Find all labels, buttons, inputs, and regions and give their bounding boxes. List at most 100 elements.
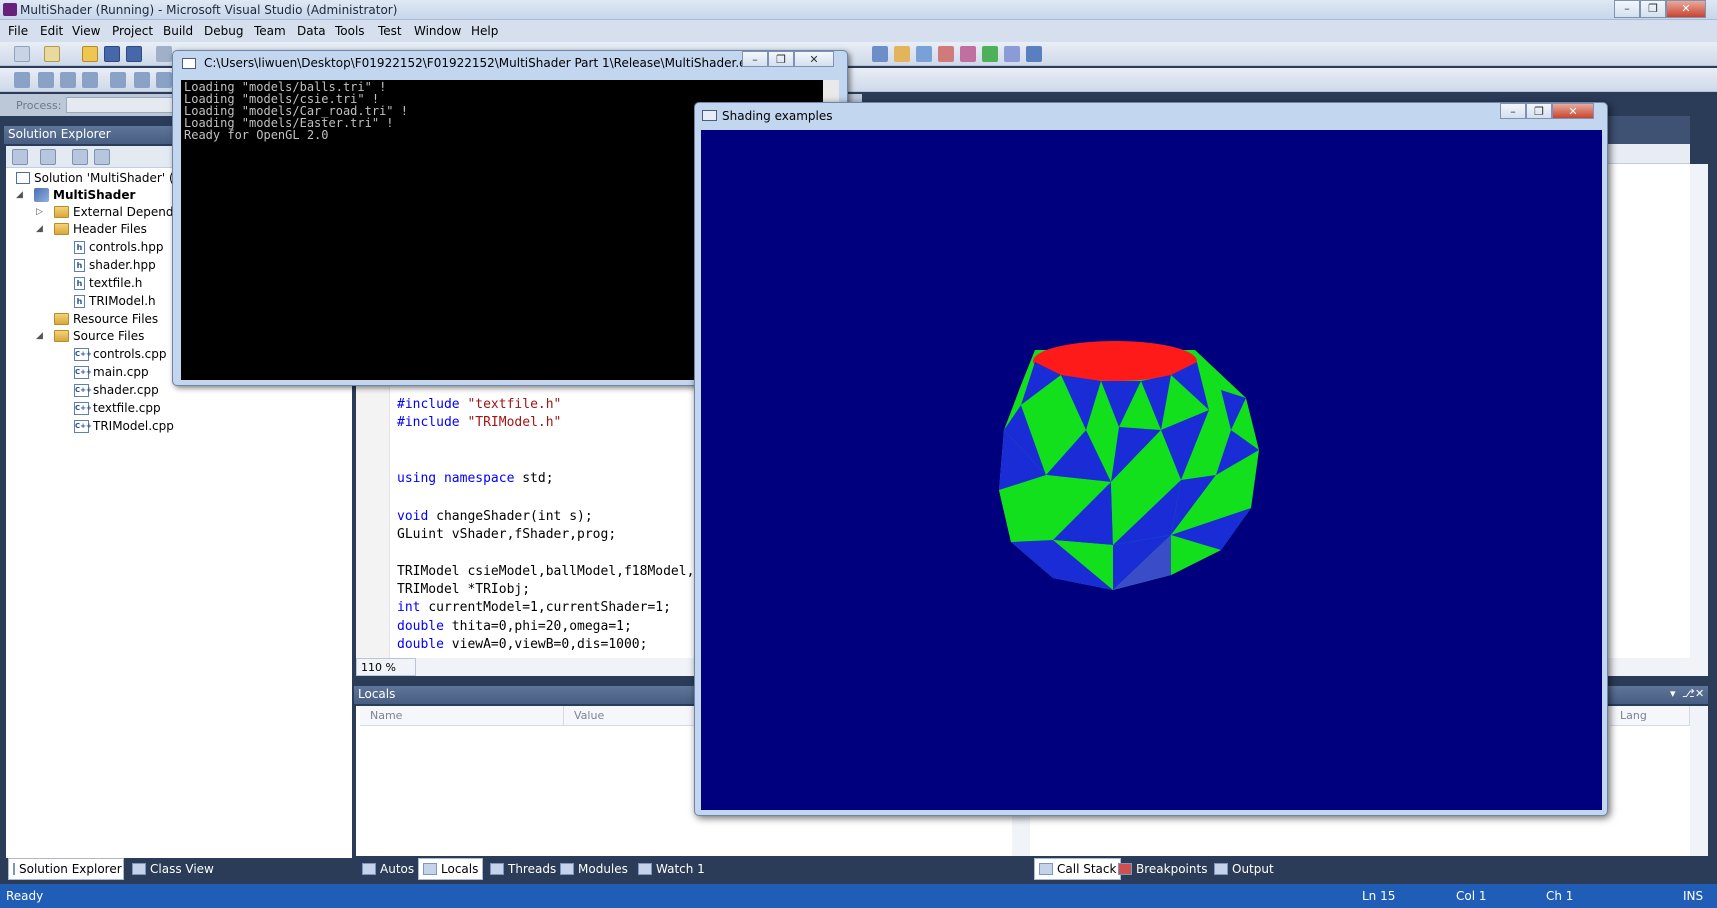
editor-vertical-scrollbar[interactable]: [1690, 164, 1708, 676]
menu-test[interactable]: Test: [378, 24, 402, 38]
tree-label: Solution 'MultiShader' (1: [34, 171, 182, 185]
project-icon: [34, 188, 49, 202]
menu-project[interactable]: Project: [112, 24, 153, 38]
tab-output[interactable]: Output: [1210, 858, 1278, 880]
toolbar-icon-f[interactable]: [982, 46, 998, 62]
console-close-button[interactable]: ✕: [794, 51, 834, 67]
close-button[interactable]: ✕: [1666, 0, 1706, 18]
editor-tool-icon-5[interactable]: [110, 72, 126, 88]
editor-tool-icon-3[interactable]: [60, 72, 76, 88]
new-project-icon[interactable]: [14, 46, 30, 62]
menu-team[interactable]: Team: [254, 24, 286, 38]
dropdown-icon[interactable]: ▾: [1670, 687, 1676, 700]
tree-file-trimodel-cpp[interactable]: C++ TRIModel.cpp: [74, 419, 174, 433]
toolbar-icon-a[interactable]: [872, 46, 888, 62]
call-stack-scrollbar[interactable]: [1690, 706, 1708, 856]
menu-help[interactable]: Help: [471, 24, 498, 38]
console-minimize-button[interactable]: –: [742, 51, 768, 67]
tree-file-controls-cpp[interactable]: C++ controls.cpp: [74, 347, 167, 361]
refresh-icon[interactable]: [72, 149, 88, 165]
editor-tool-icon-1[interactable]: [14, 72, 30, 88]
cpp-file-icon: C++: [74, 347, 92, 361]
menu-window[interactable]: Window: [414, 24, 461, 38]
toolbar-icon-c[interactable]: [916, 46, 932, 62]
collapse-arrow-icon[interactable]: ◢: [16, 190, 23, 200]
toolbar-icon-e[interactable]: [960, 46, 976, 62]
menu-file[interactable]: File: [8, 24, 28, 38]
menu-build[interactable]: Build: [163, 24, 193, 38]
code-line[interactable]: using namespace std;: [397, 471, 554, 486]
panel-close-icon[interactable]: ✕: [1695, 687, 1704, 700]
code-line[interactable]: GLuint vShader,fShader,prog;: [397, 527, 616, 542]
editor-tool-icon-4[interactable]: [82, 72, 98, 88]
show-all-files-icon[interactable]: [40, 149, 56, 165]
tree-file-textfile-h[interactable]: h textfile.h: [74, 276, 142, 290]
save-icon[interactable]: [104, 46, 120, 62]
opengl-canvas[interactable]: [701, 130, 1602, 810]
menu-edit[interactable]: Edit: [40, 24, 63, 38]
save-all-icon[interactable]: [126, 46, 142, 62]
tree-solution[interactable]: Solution 'MultiShader' (1: [16, 171, 181, 185]
code-line[interactable]: int currentModel=1,currentShader=1;: [397, 600, 671, 615]
column-header-lang[interactable]: Lang: [1610, 706, 1690, 726]
toolbar-icon-h[interactable]: [1026, 46, 1042, 62]
toolbar-icon-d[interactable]: [938, 46, 954, 62]
editor-tool-icon-6[interactable]: [134, 72, 150, 88]
code-line[interactable]: void changeShader(int s);: [397, 509, 593, 524]
zoom-level-select[interactable]: 110 %: [356, 658, 416, 676]
code-line[interactable]: TRIModel csieModel,ballModel,f18Model,: [397, 564, 694, 579]
tab-threads[interactable]: Threads: [486, 858, 560, 880]
code-line[interactable]: #include "TRIModel.h": [397, 415, 561, 430]
tab-breakpoints[interactable]: Breakpoints: [1114, 858, 1211, 880]
menu-debug[interactable]: Debug: [204, 24, 243, 38]
tree-resource-files[interactable]: Resource Files: [54, 312, 158, 326]
properties-icon[interactable]: [12, 149, 28, 165]
tree-project[interactable]: MultiShader: [34, 188, 135, 202]
code-line[interactable]: #include "textfile.h": [397, 397, 561, 412]
column-header-value[interactable]: Value: [564, 706, 704, 726]
menu-data[interactable]: Data: [297, 24, 326, 38]
toolbar-icon-g[interactable]: [1004, 46, 1020, 62]
tree-source-files[interactable]: Source Files: [54, 329, 144, 343]
tab-modules[interactable]: Modules: [556, 858, 632, 880]
add-item-icon[interactable]: [44, 46, 60, 62]
gl-close-button[interactable]: ✕: [1552, 103, 1594, 119]
code-line[interactable]: TRIModel *TRIobj;: [397, 582, 530, 597]
editor-tool-icon-7[interactable]: [156, 72, 172, 88]
console-maximize-button[interactable]: ❐: [768, 51, 794, 67]
tree-header-files[interactable]: Header Files: [54, 222, 147, 236]
tree-file-trimodel-h[interactable]: h TRIModel.h: [74, 294, 156, 308]
tree-external-dependencies[interactable]: External Dependen: [54, 205, 188, 219]
code-line[interactable]: double viewA=0,viewB=0,dis=1000;: [397, 637, 647, 652]
tab-watch-1[interactable]: Watch 1: [634, 858, 709, 880]
view-class-diagram-icon[interactable]: [94, 149, 110, 165]
gl-minimize-button[interactable]: –: [1500, 103, 1526, 119]
code-line[interactable]: double thita=0,phi=20,omega=1;: [397, 619, 632, 634]
gl-maximize-button[interactable]: ❐: [1526, 103, 1552, 119]
collapse-arrow-icon[interactable]: ◢: [36, 224, 43, 234]
tree-file-shader-cpp[interactable]: C++ shader.cpp: [74, 383, 159, 397]
code-keyword: int: [397, 600, 429, 615]
tab-locals[interactable]: Locals: [418, 858, 484, 880]
menu-view[interactable]: View: [72, 24, 100, 38]
tab-class-view[interactable]: Class View: [128, 858, 218, 880]
tree-file-textfile-cpp[interactable]: C++ textfile.cpp: [74, 401, 161, 415]
toolbar-icon-b[interactable]: [894, 46, 910, 62]
tree-file-shader-hpp[interactable]: h shader.hpp: [74, 258, 156, 272]
column-header-name[interactable]: Name: [360, 706, 564, 726]
open-file-icon[interactable]: [82, 46, 98, 62]
collapse-arrow-icon[interactable]: ◢: [36, 331, 43, 341]
minimize-button[interactable]: –: [1614, 0, 1640, 18]
process-select[interactable]: [66, 97, 178, 113]
maximize-button[interactable]: ❐: [1640, 0, 1666, 18]
cut-icon[interactable]: [156, 46, 172, 62]
editor-tool-icon-2[interactable]: [38, 72, 54, 88]
tab-autos[interactable]: Autos: [358, 858, 418, 880]
tree-file-controls-hpp[interactable]: h controls.hpp: [74, 240, 164, 254]
tree-file-main-cpp[interactable]: C++ main.cpp: [74, 365, 149, 379]
pin-icon[interactable]: ⎇: [1682, 687, 1695, 700]
expand-arrow-icon[interactable]: ▷: [36, 207, 43, 217]
tab-solution-explorer[interactable]: Solution Explorer: [8, 858, 124, 880]
tab-call-stack[interactable]: Call Stack: [1034, 858, 1122, 880]
menu-tools[interactable]: Tools: [335, 24, 365, 38]
